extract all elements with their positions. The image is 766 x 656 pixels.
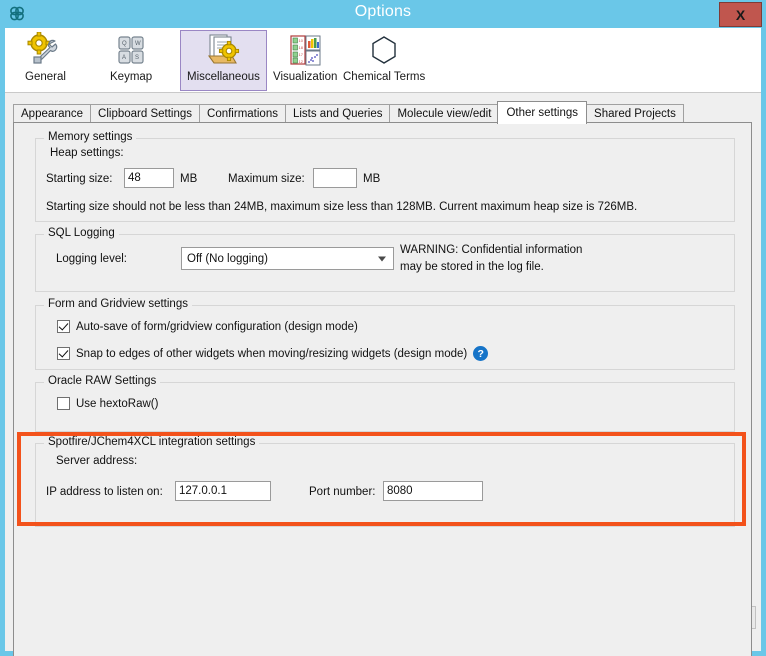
charts-icon: 10 18 17 12 [286,32,324,70]
svg-text:A: A [122,55,126,61]
form-gridview-group: Form and Gridview settings Auto-save of … [35,305,735,370]
close-button[interactable]: X [719,2,762,27]
svg-text:W: W [135,41,141,47]
tool-visualization[interactable]: 10 18 17 12 [267,30,343,91]
svg-text:17: 17 [299,52,304,57]
help-icon[interactable]: ? [473,346,488,361]
svg-text:12: 12 [299,59,304,64]
logging-level-label: Logging level: [56,253,127,265]
snap-to-edges-checkbox[interactable] [57,347,70,360]
spotfire-integration-group: Spotfire/JChem4XCL integration settings … [35,443,735,527]
sql-warning-line2: may be stored in the log file. [400,261,544,273]
ip-address-label: IP address to listen on: [46,486,163,498]
svg-text:S: S [135,55,139,61]
gear-wrench-icon [26,32,64,70]
hextoraw-checkbox-row[interactable]: Use hextoRaw() [57,397,158,410]
oracle-raw-group: Oracle RAW Settings Use hextoRaw() [35,382,735,432]
port-number-input[interactable]: 8080 [383,481,483,501]
tab-other-settings[interactable]: Other settings [497,101,587,124]
memory-note: Starting size should not be less than 24… [46,201,637,213]
tool-chemical-terms-label: Chemical Terms [343,71,425,83]
tab-molecule-view-edit[interactable]: Molecule view/edit [389,104,499,123]
sql-logging-group: SQL Logging Logging level: Off (No loggi… [35,234,735,292]
title-bar: Options X [0,0,766,28]
tool-keymap[interactable]: Q W A S Keymap [104,30,158,91]
other-settings-panel: Memory settings Heap settings: Starting … [13,122,752,656]
tab-list: Appearance Clipboard Settings Confirmati… [13,102,683,123]
snap-to-edges-label: Snap to edges of other widgets when movi… [76,348,467,360]
starting-size-unit: MB [180,173,197,185]
autosave-label: Auto-save of form/gridview configuration… [76,321,358,333]
heap-settings-label: Heap settings: [50,147,124,159]
documents-gear-icon [204,32,242,70]
logging-level-value: Off (No logging) [187,253,268,265]
options-dialog: Options X [0,0,766,656]
server-address-label: Server address: [56,455,137,467]
memory-settings-group: Memory settings Heap settings: Starting … [35,138,735,222]
tool-visualization-label: Visualization [273,71,337,83]
spotfire-integration-title: Spotfire/JChem4XCL integration settings [44,436,259,448]
tab-confirmations[interactable]: Confirmations [199,104,286,123]
benzene-ring-icon [365,32,403,70]
logging-level-select[interactable]: Off (No logging) [181,247,394,270]
tool-miscellaneous-label: Miscellaneous [187,71,260,83]
tool-chemical-terms[interactable]: Chemical Terms [337,30,431,91]
sql-logging-title: SQL Logging [44,227,119,239]
svg-text:Q: Q [122,41,127,47]
window-title: Options [0,3,766,21]
sql-warning-line1: WARNING: Confidential information [400,244,582,256]
svg-text:10: 10 [299,38,304,43]
starting-size-label: Starting size: [46,173,112,185]
memory-settings-title: Memory settings [44,131,136,143]
hextoraw-checkbox[interactable] [57,397,70,410]
settings-tabstrip: Appearance Clipboard Settings Confirmati… [5,93,761,590]
tool-keymap-label: Keymap [110,71,152,83]
tab-clipboard-settings[interactable]: Clipboard Settings [90,104,200,123]
oracle-raw-title: Oracle RAW Settings [44,375,160,387]
tab-lists-and-queries[interactable]: Lists and Queries [285,104,391,123]
snap-to-edges-checkbox-row[interactable]: Snap to edges of other widgets when movi… [57,346,488,361]
form-gridview-title: Form and Gridview settings [44,298,192,310]
starting-size-input[interactable]: 48 [124,168,174,188]
tab-appearance[interactable]: Appearance [13,104,91,123]
svg-text:18: 18 [299,45,304,50]
hextoraw-label: Use hextoRaw() [76,398,158,410]
tool-general-label: General [25,71,66,83]
tab-shared-projects[interactable]: Shared Projects [586,104,684,123]
category-toolbar: General Q W A S Keymap [5,28,761,93]
autosave-checkbox[interactable] [57,320,70,333]
chevron-down-icon [378,256,386,261]
maximum-size-label: Maximum size: [228,173,305,185]
autosave-checkbox-row[interactable]: Auto-save of form/gridview configuration… [57,320,358,333]
ip-address-input[interactable]: 127.0.0.1 [175,481,271,501]
keyboard-keys-icon: Q W A S [112,32,150,70]
tool-miscellaneous[interactable]: Miscellaneous [180,30,267,91]
port-number-label: Port number: [309,486,375,498]
tool-general[interactable]: General [19,30,72,91]
maximum-size-input[interactable] [313,168,357,188]
maximum-size-unit: MB [363,173,380,185]
